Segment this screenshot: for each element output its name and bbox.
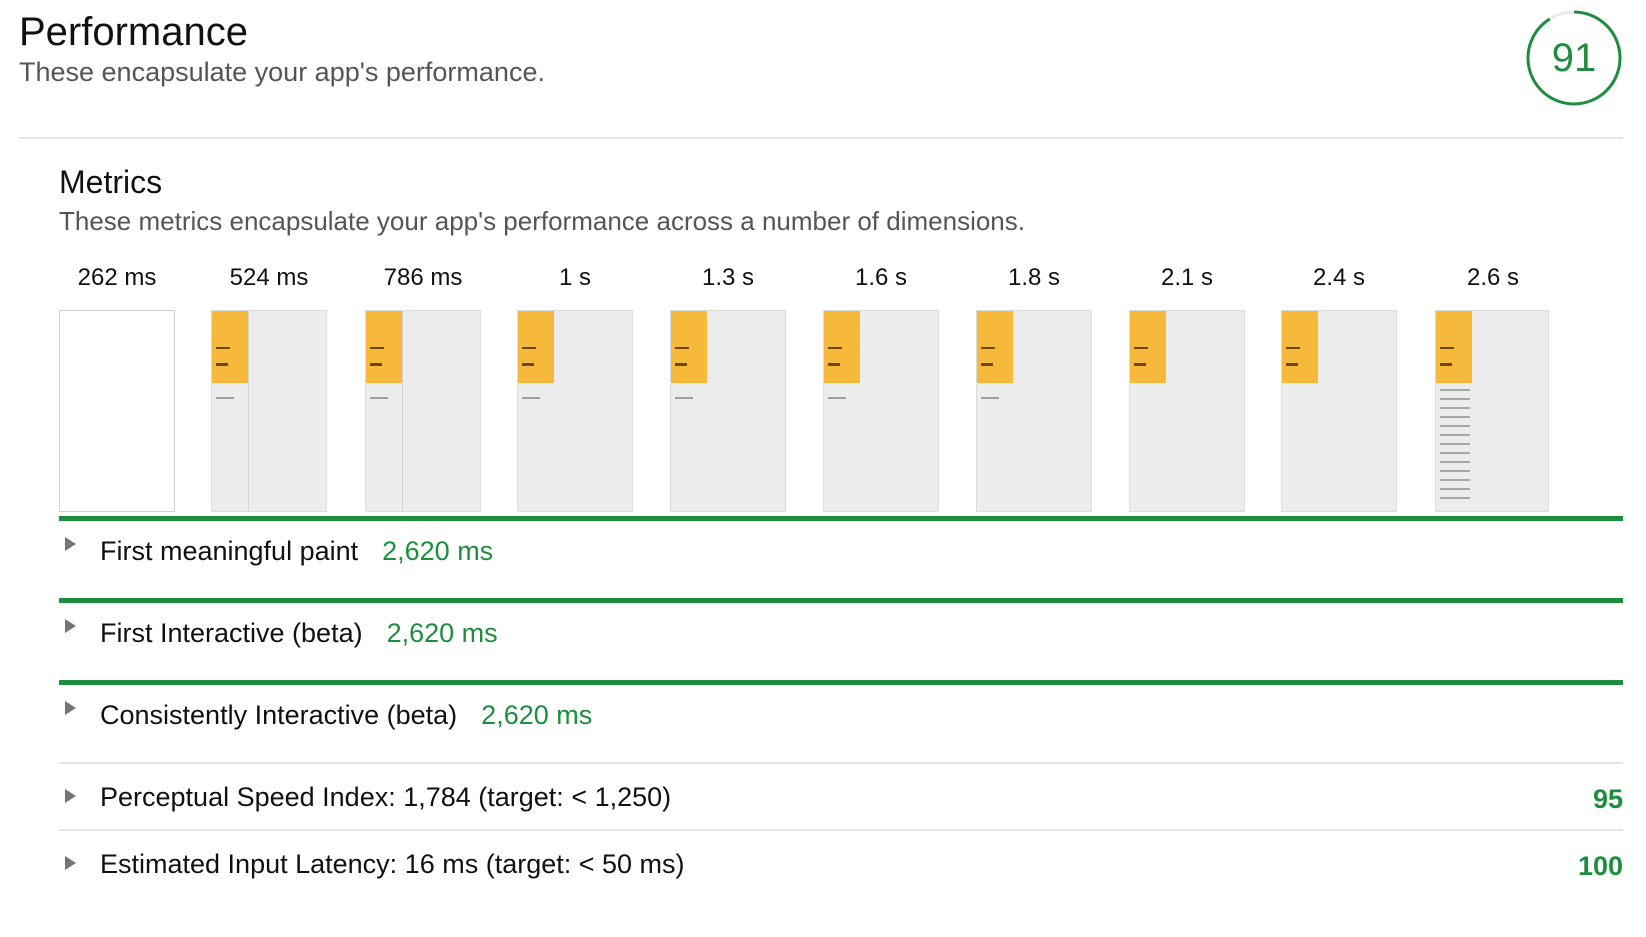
frame-timestamp: 2.4 s bbox=[1312, 264, 1366, 291]
frame-thumbnail bbox=[670, 310, 786, 512]
filmstrip-frame: 524 ms bbox=[211, 262, 327, 512]
frame-thumbnail bbox=[1435, 310, 1549, 512]
metrics-section-title: Metrics bbox=[59, 164, 163, 200]
frame-timestamp: 2.6 s bbox=[1466, 264, 1520, 291]
filmstrip-frame: 262 ms bbox=[59, 262, 175, 512]
metric-label: First meaningful paint bbox=[100, 536, 359, 566]
metric-score: 95 bbox=[1592, 784, 1623, 814]
frame-thumbnail bbox=[1281, 310, 1397, 512]
metric-pass-bar bbox=[59, 516, 1623, 521]
filmstrip-frame: 1 s bbox=[517, 262, 633, 512]
frame-thumbnail bbox=[976, 310, 1092, 512]
page-title: Performance bbox=[19, 10, 248, 54]
metric-label: First Interactive (beta) bbox=[100, 618, 363, 648]
frame-thumbnail bbox=[211, 310, 327, 512]
metric-label: Perceptual Speed Index: 1,784 (target: <… bbox=[100, 782, 672, 812]
filmstrip-frame: 2.4 s bbox=[1281, 262, 1397, 512]
chevron-right-icon[interactable] bbox=[65, 701, 76, 715]
metric-score: 100 bbox=[1577, 851, 1623, 881]
header-divider bbox=[19, 137, 1623, 139]
metric-label: Estimated Input Latency: 16 ms (target: … bbox=[100, 849, 685, 879]
metric-value: 2,620 ms bbox=[386, 618, 498, 648]
frame-timestamp: 1.3 s bbox=[701, 264, 755, 291]
filmstrip-frame: 2.6 s bbox=[1435, 262, 1551, 512]
frame-timestamp: 1 s bbox=[558, 264, 591, 291]
performance-score-gauge: 91 bbox=[1524, 8, 1624, 108]
filmstrip-frame: 2.1 s bbox=[1129, 262, 1245, 512]
metric-pass-bar bbox=[59, 598, 1623, 603]
chevron-right-icon[interactable] bbox=[65, 537, 76, 551]
score-value: 91 bbox=[1551, 36, 1597, 80]
metrics-section-description: These metrics encapsulate your app's per… bbox=[59, 206, 1025, 236]
filmstrip: 262 ms 524 ms 786 ms 1 s 1.3 s 1.6 s 1.8… bbox=[59, 262, 1623, 512]
metric-pass-bar bbox=[59, 680, 1623, 685]
frame-timestamp: 262 ms bbox=[77, 264, 157, 291]
filmstrip-frame: 1.3 s bbox=[670, 262, 786, 512]
chevron-right-icon[interactable] bbox=[65, 619, 76, 633]
chevron-right-icon[interactable] bbox=[65, 789, 76, 803]
page-subtitle: These encapsulate your app's performance… bbox=[19, 57, 545, 87]
filmstrip-frame: 786 ms bbox=[365, 262, 481, 512]
metric-value: 2,620 ms bbox=[481, 700, 593, 730]
frame-thumbnail bbox=[517, 310, 633, 512]
filmstrip-frame: 1.6 s bbox=[823, 262, 939, 512]
frame-timestamp: 524 ms bbox=[229, 264, 309, 291]
frame-timestamp: 2.1 s bbox=[1160, 264, 1214, 291]
frame-thumbnail bbox=[59, 310, 175, 512]
metric-label: Consistently Interactive (beta) bbox=[100, 700, 458, 730]
frame-timestamp: 1.6 s bbox=[854, 264, 908, 291]
metric-divider bbox=[59, 829, 1623, 831]
frame-thumbnail bbox=[1129, 310, 1245, 512]
filmstrip-frame: 1.8 s bbox=[976, 262, 1092, 512]
frame-timestamp: 786 ms bbox=[383, 264, 463, 291]
frame-thumbnail bbox=[823, 310, 939, 512]
chevron-right-icon[interactable] bbox=[65, 856, 76, 870]
frame-timestamp: 1.8 s bbox=[1007, 264, 1061, 291]
metric-value: 2,620 ms bbox=[382, 536, 494, 566]
metric-divider bbox=[59, 762, 1623, 764]
frame-thumbnail bbox=[365, 310, 481, 512]
